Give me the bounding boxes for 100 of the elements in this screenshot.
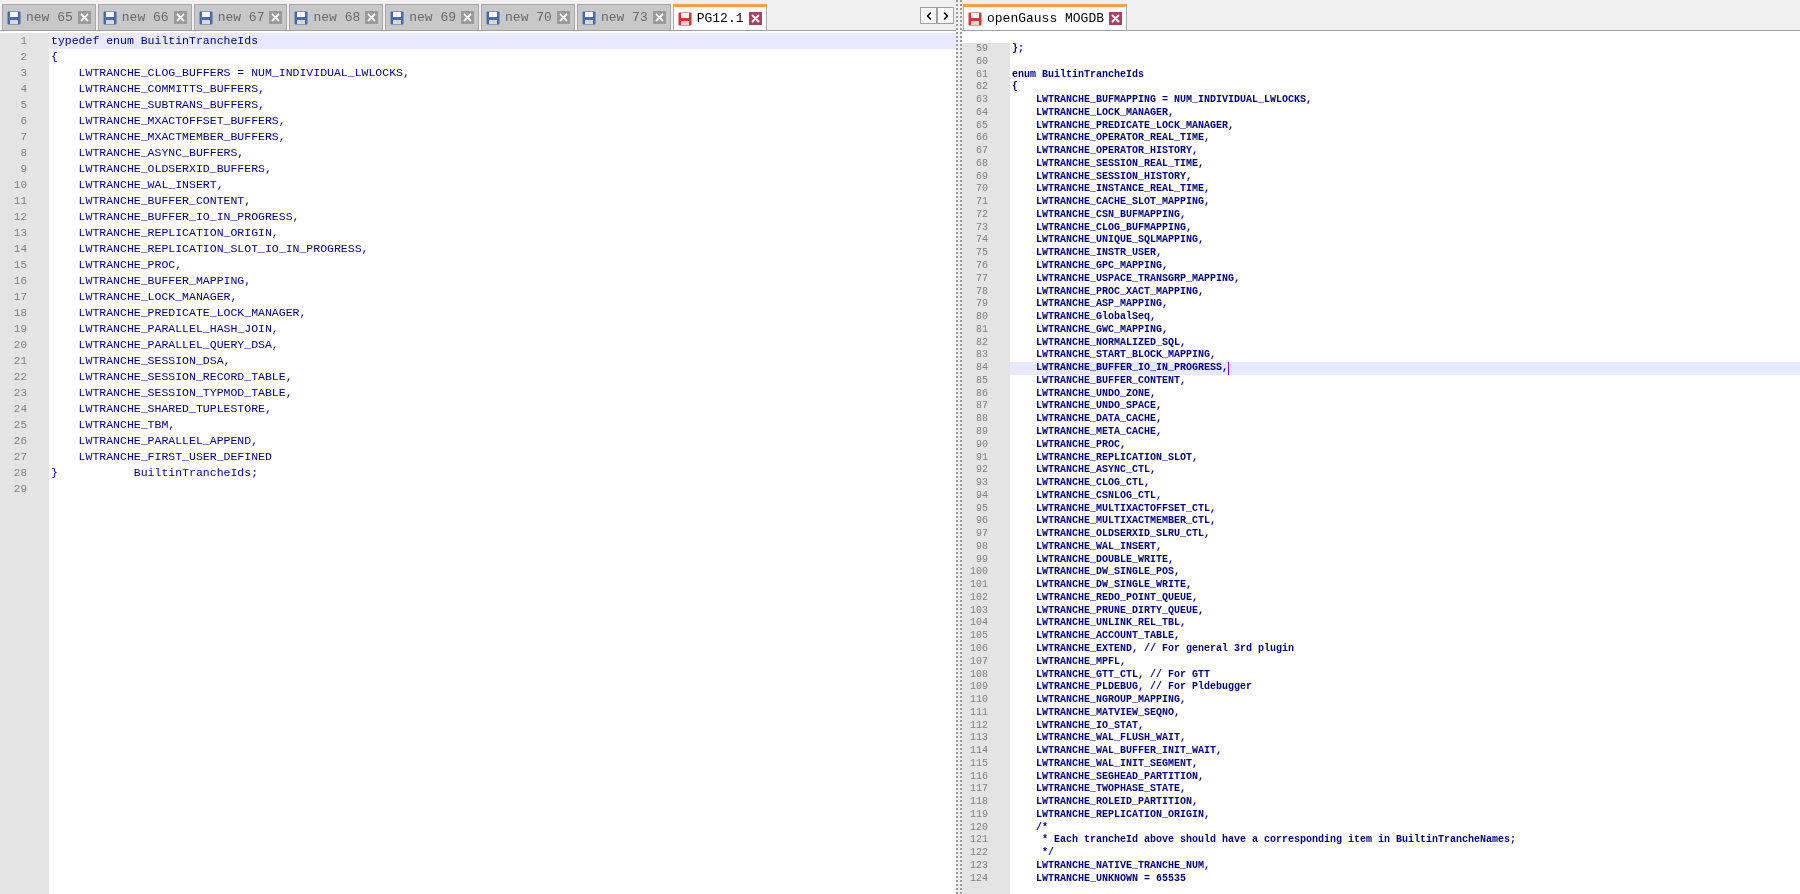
close-icon[interactable] bbox=[269, 11, 283, 24]
code-line: { bbox=[1012, 81, 1018, 95]
line-number: 29 bbox=[12, 482, 28, 497]
line-number: 23 bbox=[12, 386, 28, 401]
line-number: 117 bbox=[969, 783, 989, 797]
code-line: LWTRANCHE_GTT_CTL, // For GTT bbox=[1035, 668, 1211, 681]
file-tab[interactable]: new 70 bbox=[481, 4, 575, 30]
line-number: 121 bbox=[969, 834, 989, 848]
close-icon[interactable] bbox=[652, 11, 666, 24]
code-line: LWTRANCHE_MULTIXACTOFFSET_CTL, bbox=[1035, 502, 1217, 516]
code-line: LWTRANCHE_CSN_BUFMAPPING, bbox=[1035, 208, 1187, 222]
line-number: 64 bbox=[975, 106, 989, 120]
line-number: 26 bbox=[12, 434, 28, 449]
code-line: LWTRANCHE_WAL_FLUSH_WAIT, bbox=[1035, 732, 1187, 746]
line-number: 104 bbox=[969, 617, 989, 631]
code-line: LWTRANCHE_LOCK_MANAGER, bbox=[77, 289, 238, 305]
code-line: LWTRANCHE_UNIQUE_SQLMAPPING, bbox=[1035, 234, 1205, 248]
code-line: LWTRANCHE_UNLINK_REL_TBL, bbox=[1035, 617, 1187, 631]
line-number: 113 bbox=[969, 732, 989, 746]
line-number: 122 bbox=[969, 847, 989, 860]
code-line: LWTRANCHE_PARALLEL_QUERY_DSA, bbox=[77, 337, 279, 353]
line-number: 28 bbox=[12, 466, 28, 481]
line-number: 118 bbox=[969, 796, 989, 809]
line-number: 101 bbox=[969, 579, 989, 592]
code-line: LWTRANCHE_DW_SINGLE_POS, bbox=[1035, 566, 1181, 580]
code-line: LWTRANCHE_PARALLEL_APPEND, bbox=[77, 433, 259, 449]
close-icon[interactable] bbox=[461, 11, 475, 24]
file-tab[interactable]: new 65 bbox=[2, 4, 96, 30]
code-line: LWTRANCHE_REPLICATION_ORIGIN, bbox=[1035, 808, 1211, 822]
code-line: LWTRANCHE_LOCK_MANAGER, bbox=[1035, 106, 1175, 120]
code-line: LWTRANCHE_CACHE_SLOT_MAPPING, bbox=[1035, 196, 1211, 209]
code-line: */ bbox=[1041, 847, 1054, 860]
code-line: LWTRANCHE_ASP_MAPPING, bbox=[1035, 298, 1169, 311]
code-line: LWTRANCHE_REDO_POINT_QUEUE, bbox=[1035, 591, 1199, 605]
line-number: 11 bbox=[12, 194, 28, 209]
file-tab[interactable]: new 68 bbox=[289, 4, 384, 30]
line-number: 88 bbox=[975, 413, 989, 426]
line-number: 12 bbox=[12, 210, 28, 225]
close-icon[interactable] bbox=[77, 11, 91, 24]
line-number: 17 bbox=[12, 290, 28, 305]
line-number: 59 bbox=[975, 43, 989, 56]
code-line: LWTRANCHE_PREDICATE_LOCK_MANAGER, bbox=[77, 305, 307, 321]
line-number: 110 bbox=[969, 694, 989, 707]
code-line: LWTRANCHE_FIRST_USER_DEFINED bbox=[77, 449, 272, 465]
code-line: LWTRANCHE_PARALLEL_HASH_JOIN, bbox=[77, 321, 279, 337]
line-number: 82 bbox=[975, 336, 989, 350]
close-icon[interactable] bbox=[556, 11, 570, 24]
file-tab[interactable]: PG12.1 bbox=[672, 4, 767, 30]
close-icon[interactable] bbox=[748, 12, 762, 25]
line-number: 15 bbox=[12, 258, 28, 273]
code-line: LWTRANCHE_SUBTRANS_BUFFERS, bbox=[77, 97, 265, 113]
close-icon[interactable] bbox=[173, 11, 187, 24]
close-icon[interactable] bbox=[1109, 12, 1123, 25]
line-number: 114 bbox=[969, 745, 989, 758]
line-number: 2 bbox=[19, 50, 28, 65]
file-tab[interactable]: new 69 bbox=[385, 4, 480, 30]
file-tab[interactable]: openGauss MOGDB bbox=[963, 4, 1128, 30]
code-line: LWTRANCHE_USPACE_TRANSGRP_MAPPING, bbox=[1035, 272, 1241, 286]
code-line: LWTRANCHE_MPFL, bbox=[1035, 655, 1127, 669]
code-line: LWTRANCHE_NORMALIZED_SQL, bbox=[1035, 336, 1187, 350]
line-number: 65 bbox=[975, 119, 989, 133]
line-number: 75 bbox=[975, 247, 989, 260]
line-number: 72 bbox=[975, 208, 989, 222]
scroll-right-button[interactable] bbox=[937, 7, 954, 24]
code-line: LWTRANCHE_EXTEND, // For general 3rd plugin bbox=[1035, 643, 1295, 656]
code-line: LWTRANCHE_SESSION_TYPMOD_TABLE, bbox=[77, 385, 293, 401]
close-icon[interactable] bbox=[365, 11, 379, 24]
code-line: LWTRANCHE_SESSION_HISTORY, bbox=[1035, 170, 1193, 184]
code-line: enum BuiltinTrancheIds bbox=[1012, 68, 1145, 81]
line-number: 24 bbox=[12, 402, 28, 417]
code-line: LWTRANCHE_ROLEID_PARTITION, bbox=[1035, 796, 1199, 809]
file-tab[interactable]: new 67 bbox=[193, 4, 288, 30]
code-line: LWTRANCHE_UNKNOWN = 65535 bbox=[1035, 872, 1187, 886]
line-number: 6 bbox=[19, 114, 28, 129]
line-number: 79 bbox=[975, 298, 989, 312]
line-number: 84 bbox=[975, 362, 989, 375]
file-tab[interactable]: new 73 bbox=[576, 4, 671, 30]
code-line: LWTRANCHE_DOUBLE_WRITE, bbox=[1035, 553, 1175, 567]
line-number: 20 bbox=[12, 338, 28, 353]
line-number: 119 bbox=[969, 808, 989, 822]
scroll-left-button[interactable] bbox=[920, 7, 937, 24]
line-number: 1 bbox=[19, 34, 28, 49]
line-number: 91 bbox=[975, 451, 989, 465]
file-tab[interactable]: new 66 bbox=[97, 4, 192, 30]
line-number: 27 bbox=[12, 450, 28, 465]
line-number: 94 bbox=[975, 489, 989, 503]
line-number: 71 bbox=[975, 196, 989, 209]
code-line: LWTRANCHE_PROC_XACT_MAPPING, bbox=[1035, 285, 1205, 299]
code-line: } BuiltinTrancheIds; bbox=[51, 465, 259, 481]
line-number: 73 bbox=[975, 221, 989, 235]
code-line: LWTRANCHE_TBM, bbox=[77, 417, 176, 433]
code-line: LWTRANCHE_PREDICATE_LOCK_MANAGER, bbox=[1035, 119, 1235, 133]
line-number: 99 bbox=[975, 553, 989, 567]
code-line: LWTRANCHE_TWOPHASE_STATE, bbox=[1035, 783, 1187, 797]
line-number: 80 bbox=[975, 311, 989, 324]
line-number: 3 bbox=[19, 66, 28, 81]
code-line: LWTRANCHE_MULTIXACTMEMBER_CTL, bbox=[1035, 515, 1217, 529]
line-number: 108 bbox=[969, 668, 989, 682]
code-line: LWTRANCHE_SHARED_TUPLESTORE, bbox=[77, 401, 272, 417]
line-number: 112 bbox=[969, 719, 989, 733]
